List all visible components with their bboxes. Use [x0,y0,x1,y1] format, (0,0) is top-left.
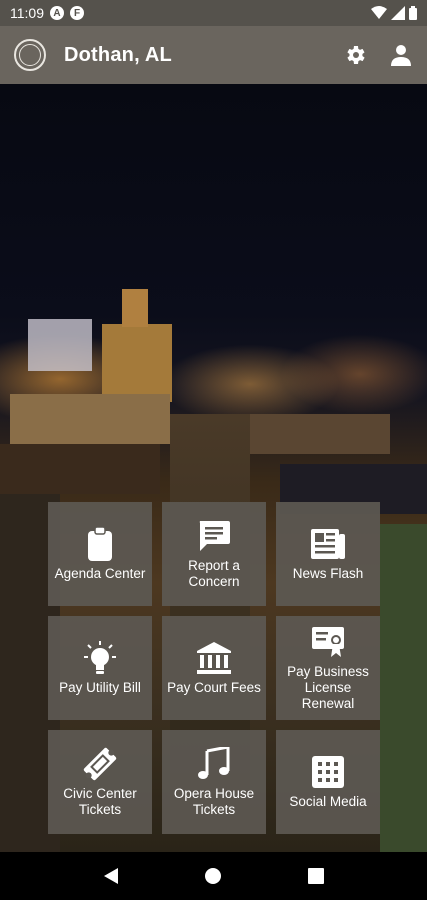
tile-label: Report a Concern [188,558,240,589]
music-note-icon [198,747,230,779]
tile-label: Pay Utility Bill [59,680,141,695]
status-bar: 11:09 A F [0,0,427,26]
tile-label: Opera House Tickets [173,786,255,817]
courthouse-icon [197,642,231,674]
trees [380,524,427,852]
recents-icon[interactable] [307,868,324,884]
back-icon[interactable] [103,867,119,885]
agenda-center-tile[interactable]: Agenda Center [48,502,152,606]
newspaper-icon [311,529,345,559]
city-seal-logo [14,39,46,71]
services-grid: Agenda Center Report a Concern News Flas… [48,502,380,834]
tile-label: Pay Court Fees [167,680,261,695]
battery-icon [409,6,417,20]
news-flash-tile[interactable]: News Flash [276,502,380,606]
pay-court-fees-tile[interactable]: Pay Court Fees [162,616,266,720]
app-bar: Dothan, AL [0,26,427,84]
tile-label: Agenda Center [54,566,146,581]
tile-label: Pay Business License Renewal [287,664,369,711]
chat-bubble-icon [199,521,230,551]
pay-utility-bill-tile[interactable]: Pay Utility Bill [48,616,152,720]
ticket-icon [83,747,117,781]
tile-label: News Flash [292,566,364,581]
certificate-icon [312,627,344,657]
building-silhouette [122,289,148,327]
tile-label: Social Media [289,794,367,809]
notification-a-icon: A [50,6,64,20]
report-concern-tile[interactable]: Report a Concern [162,502,266,606]
pay-business-license-renewal-tile[interactable]: Pay Business License Renewal [276,616,380,720]
clipboard-icon [88,527,112,561]
page-title: Dothan, AL [64,43,172,66]
home-icon[interactable] [205,868,222,884]
building-silhouette [102,324,172,402]
settings-gear-icon[interactable] [343,43,367,67]
signal-icon [391,6,405,20]
civic-center-tickets-tile[interactable]: Civic Center Tickets [48,730,152,834]
building-silhouette [250,414,390,454]
account-icon[interactable] [389,43,413,67]
building-silhouette [0,444,160,494]
apps-grid-icon [312,756,344,788]
social-media-tile[interactable]: Social Media [276,730,380,834]
wifi-icon [371,6,387,19]
notification-f-icon: F [70,6,84,20]
status-time: 11:09 [10,5,44,21]
building-silhouette [28,319,92,371]
tile-label: Civic Center Tickets [63,786,137,817]
system-nav-bar [0,852,427,900]
opera-house-tickets-tile[interactable]: Opera House Tickets [162,730,266,834]
lightbulb-icon [84,641,116,674]
building-silhouette [10,394,170,444]
